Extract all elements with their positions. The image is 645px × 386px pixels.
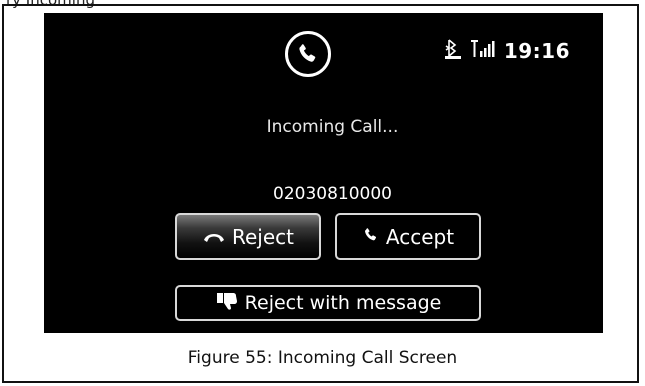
head-unit-screen: 19:16 Incoming Call... 02030810000 Rejec… [44, 13, 603, 333]
signal-strength-icon [470, 39, 496, 63]
incoming-phone-icon [285, 31, 331, 77]
reject-label: Reject [231, 224, 294, 249]
clock-time: 19:16 [503, 39, 570, 63]
phone-icon [362, 225, 380, 249]
hang-up-icon [202, 225, 226, 249]
caller-number: 02030810000 [273, 184, 392, 204]
incoming-call-label: Incoming Call... [266, 117, 399, 137]
reject-with-message-button[interactable]: Reject with message [175, 285, 481, 321]
figure-caption: Figure 55: Incoming Call Screen [187, 348, 458, 368]
reject-with-message-label: Reject with message [244, 292, 442, 314]
reject-button[interactable]: Reject [175, 213, 321, 260]
bluetooth-phone-icon [444, 38, 462, 64]
status-bar: 19:16 [444, 38, 570, 64]
accept-label: Accept [385, 224, 455, 249]
accept-button[interactable]: Accept [335, 213, 481, 260]
thumbs-down-icon [215, 291, 239, 316]
